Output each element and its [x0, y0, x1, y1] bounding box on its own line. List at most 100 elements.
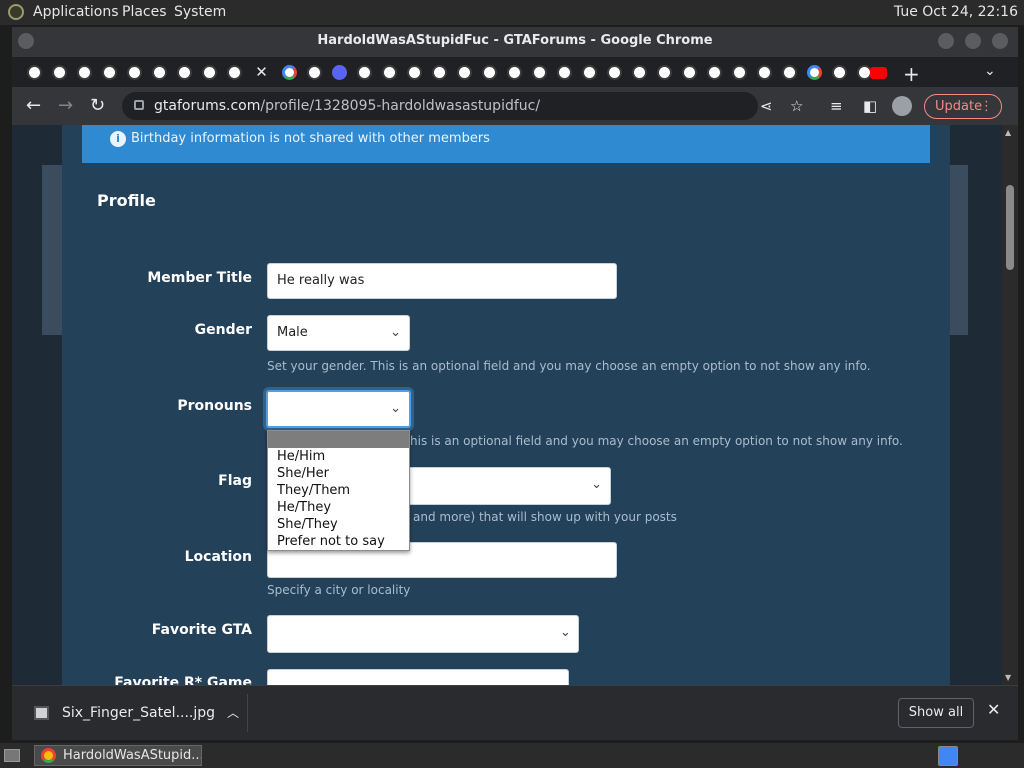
- system-menu[interactable]: System: [174, 4, 226, 20]
- tab-discord-icon[interactable]: [332, 65, 347, 80]
- pronouns-select[interactable]: ⌄: [266, 390, 411, 428]
- tab-gtaforums-icon[interactable]: [357, 65, 372, 80]
- tab-gtaforums-icon[interactable]: [307, 65, 322, 80]
- desktop-top-panel: Applications Places System Tue Oct 24, 2…: [0, 0, 1024, 25]
- clock[interactable]: Tue Oct 24, 22:16: [894, 4, 1018, 20]
- share-icon[interactable]: ⋖: [760, 97, 773, 115]
- distro-logo-icon[interactable]: [8, 4, 24, 20]
- scroll-thumb[interactable]: [1006, 185, 1014, 270]
- window-title: HardoldWasAStupidFuc - GTAForums - Googl…: [317, 33, 713, 48]
- taskbar-window-label: HardoldWasAStupid...: [63, 748, 202, 763]
- tab-gtaforums-icon[interactable]: [782, 65, 797, 80]
- gender-help: Set your gender. This is an optional fie…: [267, 359, 871, 373]
- pronouns-option-they-them[interactable]: They/Them: [268, 482, 409, 499]
- download-item[interactable]: Six_Finger_Satel....jpg ︿: [22, 694, 248, 732]
- tab-search-chevron-icon[interactable]: ⌄: [984, 63, 996, 79]
- applications-menu[interactable]: Applications: [33, 4, 119, 20]
- scroll-up-icon[interactable]: ▲: [1005, 128, 1011, 137]
- tab-gtaforums-icon[interactable]: [632, 65, 647, 80]
- show-desktop-icon[interactable]: [4, 749, 20, 762]
- places-menu[interactable]: Places: [122, 4, 167, 20]
- desktop-bottom-panel: HardoldWasAStupid...: [0, 743, 1024, 768]
- url-path: /profile/1328095-hardoldwasastupidfuc/: [260, 98, 541, 114]
- tab-gtaforums-icon[interactable]: [532, 65, 547, 80]
- minimize-icon[interactable]: [938, 33, 954, 49]
- tab-google-icon[interactable]: [807, 65, 822, 80]
- bookmark-star-icon[interactable]: ☆: [790, 97, 803, 115]
- tab-gtaforums-icon[interactable]: [27, 65, 42, 80]
- tab-gtaforums-icon[interactable]: [432, 65, 447, 80]
- url-domain: gtaforums.com: [154, 98, 261, 114]
- alert-message: Birthday information is not shared with …: [131, 131, 490, 146]
- new-tab-plus-icon[interactable]: +: [903, 62, 920, 86]
- tab-gtaforums-icon[interactable]: [582, 65, 597, 80]
- pronouns-option-he-him[interactable]: He/Him: [268, 448, 409, 465]
- tab-gtaforums-icon[interactable]: [202, 65, 217, 80]
- tab-gtaforums-icon[interactable]: [177, 65, 192, 80]
- forward-arrow-icon[interactable]: →: [58, 95, 73, 116]
- favorite-rstar-select[interactable]: [267, 669, 569, 685]
- favorite-rstar-label: Favorite R* Game: [114, 675, 252, 685]
- tab-gtaforums-icon[interactable]: [52, 65, 67, 80]
- pronouns-option-she-her[interactable]: She/Her: [268, 465, 409, 482]
- lock-icon[interactable]: [134, 100, 144, 110]
- page-scrollbar[interactable]: ▲ ▼: [1002, 125, 1018, 685]
- update-label: Update: [935, 99, 983, 114]
- tab-google-icon[interactable]: [282, 65, 297, 80]
- tab-gtaforums-icon[interactable]: [407, 65, 422, 80]
- image-file-icon: [34, 706, 49, 720]
- taskbar-window-button[interactable]: HardoldWasAStupid...: [34, 745, 202, 766]
- favorite-gta-label: Favorite GTA: [151, 622, 252, 638]
- tab-gtaforums-icon[interactable]: [507, 65, 522, 80]
- window-titlebar[interactable]: HardoldWasAStupidFuc - GTAForums - Googl…: [12, 27, 1018, 57]
- flag-help: and more) that will show up with your po…: [413, 510, 677, 524]
- gender-select[interactable]: Male ⌄: [267, 315, 410, 351]
- member-title-input[interactable]: He really was: [267, 263, 617, 299]
- tab-gtaforums-icon[interactable]: [77, 65, 92, 80]
- tab-gtaforums-icon[interactable]: [102, 65, 117, 80]
- tab-gtaforums-icon[interactable]: [557, 65, 572, 80]
- close-window-icon[interactable]: [992, 33, 1008, 49]
- tab-youtube-icon[interactable]: [870, 67, 887, 79]
- tab-gtaforums-icon[interactable]: [482, 65, 497, 80]
- pronouns-option-empty[interactable]: [268, 431, 409, 448]
- back-arrow-icon[interactable]: ←: [26, 95, 41, 116]
- tray-chrome-icon[interactable]: [938, 746, 958, 766]
- pronouns-label: Pronouns: [177, 398, 252, 414]
- kebab-menu-icon[interactable]: ⋮: [980, 95, 993, 118]
- tab-gtaforums-icon[interactable]: [657, 65, 672, 80]
- tab-gtaforums-icon[interactable]: [152, 65, 167, 80]
- close-download-bar-icon[interactable]: ✕: [987, 700, 1000, 719]
- tab-gtaforums-icon[interactable]: [757, 65, 772, 80]
- chevron-up-icon[interactable]: ︿: [227, 694, 239, 732]
- pronouns-option-she-they[interactable]: She/They: [268, 516, 409, 533]
- media-control-icon[interactable]: ≡: [830, 97, 843, 115]
- tab-gtaforums-icon[interactable]: [127, 65, 142, 80]
- maximize-icon[interactable]: [965, 33, 981, 49]
- tab-gtaforums-icon[interactable]: [457, 65, 472, 80]
- tab-gtaforums-icon[interactable]: [732, 65, 747, 80]
- close-tab-icon[interactable]: ✕: [254, 65, 269, 80]
- update-button[interactable]: Update ⋮: [924, 94, 1002, 119]
- favorite-gta-select[interactable]: [267, 615, 579, 653]
- profile-avatar-icon[interactable]: [892, 96, 912, 116]
- pronouns-help: his is an optional field and you may cho…: [410, 434, 903, 448]
- scroll-down-icon[interactable]: ▼: [1005, 673, 1011, 682]
- tab-gtaforums-icon[interactable]: [607, 65, 622, 80]
- address-bar[interactable]: gtaforums.com/profile/1328095-hardoldwas…: [122, 92, 758, 120]
- side-panel-icon[interactable]: ◧: [863, 97, 877, 115]
- download-bar: Six_Finger_Satel....jpg ︿ Show all ✕: [12, 685, 1018, 740]
- show-all-button[interactable]: Show all: [898, 698, 974, 728]
- pronouns-option-prefer-not-to-say[interactable]: Prefer not to say: [268, 533, 409, 550]
- tab-gtaforums-icon[interactable]: [832, 65, 847, 80]
- tab-gtaforums-icon[interactable]: [682, 65, 697, 80]
- pronouns-option-he-they[interactable]: He/They: [268, 499, 409, 516]
- tab-gtaforums-icon[interactable]: [227, 65, 242, 80]
- tab-gtaforums-icon[interactable]: [382, 65, 397, 80]
- reload-icon[interactable]: ↻: [90, 95, 105, 116]
- flag-label: Flag: [218, 473, 252, 489]
- tab-gtaforums-icon[interactable]: [707, 65, 722, 80]
- location-label: Location: [184, 549, 252, 565]
- gender-label: Gender: [194, 322, 252, 338]
- window-menu-icon[interactable]: [18, 33, 34, 49]
